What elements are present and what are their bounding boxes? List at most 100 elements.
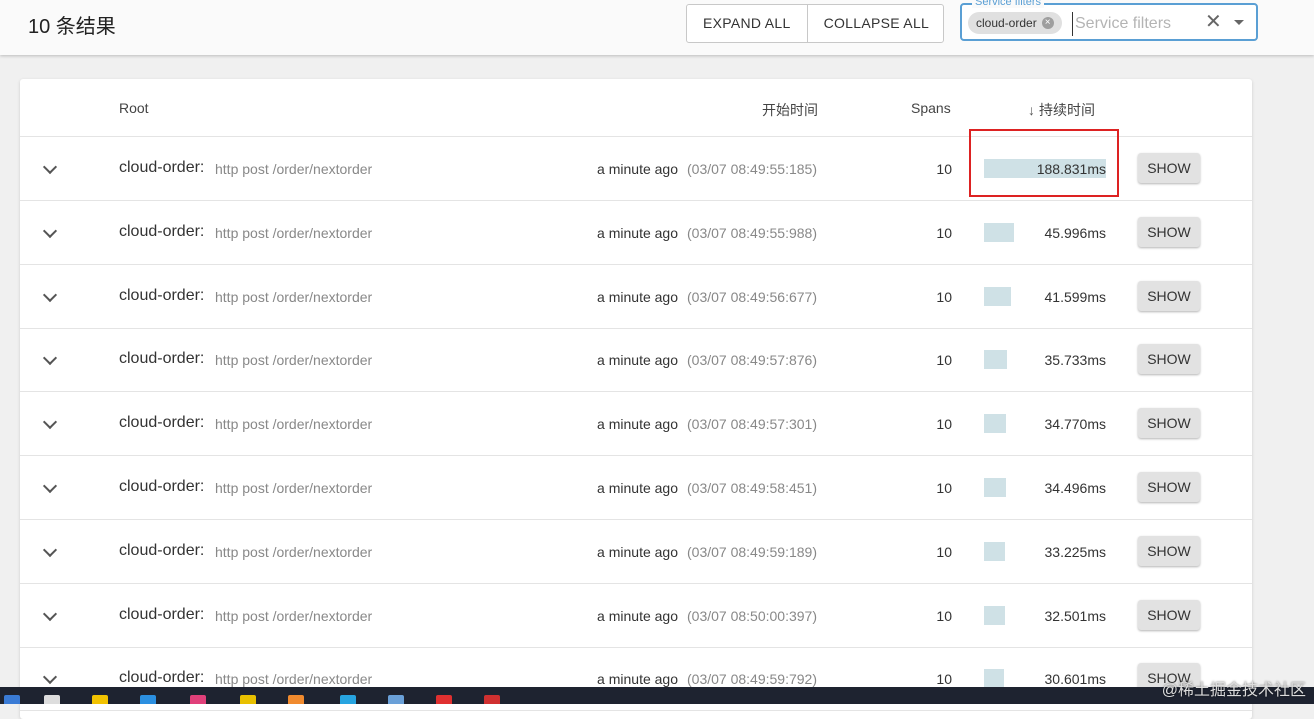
row-timestamp: (03/07 08:49:55:185) xyxy=(687,161,817,177)
duration-bar xyxy=(984,222,1014,242)
row-operation: http post /order/nextorder xyxy=(215,161,373,177)
taskbar-app-icon[interactable] xyxy=(288,695,304,704)
row-operation: http post /order/nextorder xyxy=(215,416,373,433)
row-service: cloud-order: xyxy=(119,286,205,304)
clear-icon[interactable]: ✕ xyxy=(1205,10,1222,34)
chip-remove-icon[interactable]: × xyxy=(1041,17,1054,29)
column-start-time[interactable]: 开始时间 xyxy=(762,100,818,120)
table-row[interactable]: cloud-order: http post /order/nextorder a … xyxy=(20,584,1252,648)
expand-chevron-icon[interactable] xyxy=(42,287,58,302)
row-relative-time: a minute ago xyxy=(597,161,678,177)
expand-all-button[interactable]: EXPAND ALL xyxy=(687,5,807,42)
sort-down-arrow-icon: ↓ xyxy=(1028,102,1035,118)
table-row[interactable]: cloud-order: http post /order/nextorder a … xyxy=(20,456,1252,520)
expand-chevron-icon[interactable] xyxy=(42,223,58,238)
service-chip[interactable]: cloud-order × xyxy=(968,12,1062,34)
collapse-all-button[interactable]: COLLAPSE ALL xyxy=(806,5,946,42)
show-button[interactable]: SHOW xyxy=(1138,599,1200,630)
expand-collapse-group: EXPAND ALL COLLAPSE ALL xyxy=(686,4,944,43)
show-button[interactable]: SHOW xyxy=(1138,472,1200,502)
row-spans: 10 xyxy=(936,671,952,688)
taskbar-app-icon[interactable] xyxy=(140,695,156,704)
duration-bar xyxy=(984,605,1005,625)
row-timestamp: (03/07 08:49:59:189) xyxy=(687,543,817,560)
service-chip-label: cloud-order xyxy=(976,16,1037,30)
taskbar xyxy=(0,687,1314,704)
row-timestamp: (03/07 08:50:00:397) xyxy=(687,607,817,624)
show-button[interactable]: SHOW xyxy=(1138,408,1200,439)
taskbar-app-icon[interactable] xyxy=(388,695,404,704)
row-spans: 10 xyxy=(936,161,952,177)
row-timestamp: (03/07 08:49:55:988) xyxy=(687,224,817,241)
row-duration: 33.225ms xyxy=(1044,543,1106,560)
expand-chevron-icon[interactable] xyxy=(42,670,58,685)
row-service: cloud-order: xyxy=(119,669,205,687)
show-button[interactable]: SHOW xyxy=(1138,153,1200,183)
row-service: cloud-order: xyxy=(119,541,205,559)
taskbar-app-icon[interactable] xyxy=(436,695,452,704)
column-root[interactable]: Root xyxy=(119,100,149,116)
row-spans: 10 xyxy=(936,543,952,560)
expand-chevron-icon[interactable] xyxy=(42,159,58,175)
row-relative-time: a minute ago xyxy=(597,416,678,433)
expand-chevron-icon[interactable] xyxy=(42,542,58,557)
duration-bar xyxy=(984,669,1004,689)
row-relative-time: a minute ago xyxy=(597,288,678,305)
row-duration: 30.601ms xyxy=(1044,671,1106,688)
column-duration-label: 持续时间 xyxy=(1039,102,1095,118)
row-duration: 34.496ms xyxy=(1044,480,1106,496)
row-spans: 10 xyxy=(936,480,952,496)
show-button[interactable]: SHOW xyxy=(1138,535,1200,566)
expand-chevron-icon[interactable] xyxy=(42,606,58,621)
show-button[interactable]: SHOW xyxy=(1138,216,1200,247)
row-service: cloud-order: xyxy=(119,159,205,176)
row-relative-time: a minute ago xyxy=(597,352,678,369)
table-row[interactable]: cloud-order: http post /order/nextorder a … xyxy=(20,392,1252,457)
service-filter-input[interactable] xyxy=(1072,12,1203,36)
table-row[interactable]: cloud-order: http post /order/nextorder a … xyxy=(20,265,1252,329)
row-spans: 10 xyxy=(936,607,952,624)
show-button[interactable]: SHOW xyxy=(1138,344,1200,375)
taskbar-app-icon[interactable] xyxy=(240,695,256,704)
expand-chevron-icon[interactable] xyxy=(42,351,58,366)
row-duration: 34.770ms xyxy=(1044,416,1106,433)
row-relative-time: a minute ago xyxy=(597,543,678,560)
duration-bar xyxy=(984,350,1007,370)
row-timestamp: (03/07 08:49:59:792) xyxy=(687,671,817,688)
watermark: @稀土掘金技术社区 xyxy=(1161,682,1306,699)
duration-bar xyxy=(984,541,1005,561)
taskbar-app-icon[interactable] xyxy=(4,695,20,704)
row-service: cloud-order: xyxy=(119,478,205,495)
service-filter[interactable]: Service filters cloud-order × ✕ xyxy=(960,0,1258,41)
dropdown-arrow-icon[interactable] xyxy=(1234,20,1244,25)
table-row[interactable]: cloud-order: http post /order/nextorder a … xyxy=(20,201,1252,265)
row-operation: http post /order/nextorder xyxy=(215,543,373,560)
expand-chevron-icon[interactable] xyxy=(42,415,58,430)
row-spans: 10 xyxy=(936,416,952,433)
taskbar-app-icon[interactable] xyxy=(190,695,206,704)
row-spans: 10 xyxy=(936,288,952,305)
table-row[interactable]: cloud-order: http post /order/nextorder a … xyxy=(20,328,1252,393)
row-operation: http post /order/nextorder xyxy=(215,607,373,624)
taskbar-app-icon[interactable] xyxy=(340,695,356,704)
row-duration: 41.599ms xyxy=(1044,288,1106,305)
row-spans: 10 xyxy=(936,224,952,241)
service-filter-legend: Service filters xyxy=(972,0,1045,8)
row-relative-time: a minute ago xyxy=(597,224,678,241)
row-service: cloud-order: xyxy=(119,350,205,368)
table-row[interactable]: cloud-order: http post /order/nextorder a … xyxy=(20,520,1252,584)
column-spans[interactable]: Spans xyxy=(911,100,951,116)
row-service: cloud-order: xyxy=(119,414,205,432)
row-duration: 35.733ms xyxy=(1044,352,1106,369)
result-count: 10 条结果 xyxy=(28,16,116,38)
taskbar-app-icon[interactable] xyxy=(92,695,108,704)
row-timestamp: (03/07 08:49:57:301) xyxy=(687,416,817,433)
taskbar-app-icon[interactable] xyxy=(484,695,500,704)
show-button[interactable]: SHOW xyxy=(1138,280,1200,311)
taskbar-app-icon[interactable] xyxy=(44,695,60,704)
column-duration[interactable]: ↓ 持续时间 xyxy=(1028,100,1095,120)
expand-chevron-icon[interactable] xyxy=(42,478,58,494)
row-timestamp: (03/07 08:49:56:677) xyxy=(687,288,817,305)
row-operation: http post /order/nextorder xyxy=(215,671,373,688)
highlight-box xyxy=(969,129,1119,197)
